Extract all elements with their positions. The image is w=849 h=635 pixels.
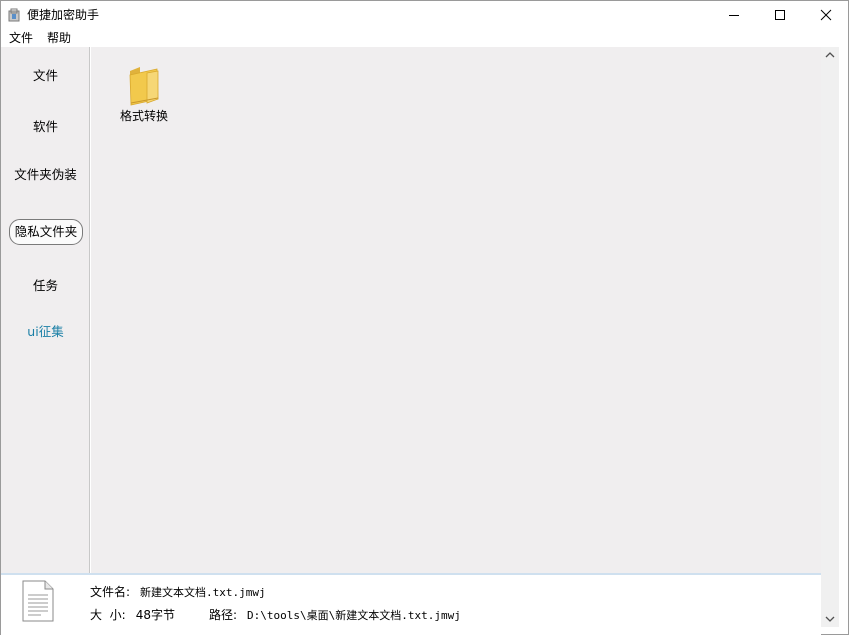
- sidebar-item-task[interactable]: 任务: [1, 278, 90, 294]
- file-info-panel: 文件名: 新建文本文档.txt.jmwj 大 小: 48字节 路径: D:\tools\…: [1, 573, 821, 635]
- minimize-icon: [729, 15, 739, 16]
- close-button[interactable]: [803, 1, 849, 29]
- file-name-value: 新建文本文档.txt.jmwj: [140, 586, 266, 599]
- menu-bar: 文件 帮助: [1, 29, 848, 47]
- sidebar-item-private-folder[interactable]: 隐私文件夹: [9, 219, 83, 245]
- sidebar: 文件 软件 文件夹伪装 隐私文件夹 任务 ui征集: [1, 47, 90, 573]
- folder-icon: [129, 67, 159, 106]
- file-name-label: 文件名:: [90, 585, 131, 599]
- file-area[interactable]: 格式转换: [91, 47, 821, 573]
- vertical-scrollbar[interactable]: [821, 47, 839, 627]
- app-icon: [8, 8, 20, 22]
- sidebar-item-ui-collect[interactable]: ui征集: [1, 324, 90, 340]
- file-path-value: D:\tools\桌面\新建文本文档.txt.jmwj: [247, 609, 461, 622]
- folder-label: 格式转换: [119, 109, 168, 123]
- sidebar-item-file[interactable]: 文件: [1, 68, 90, 84]
- app-window: 便捷加密助手 文件 帮助 文件 软件 文件夹伪装 隐私文件夹 任务 ui征集 格…: [0, 0, 849, 635]
- scroll-up-button[interactable]: [821, 47, 839, 63]
- window-title: 便捷加密助手: [27, 8, 100, 22]
- file-size-value: 48字节: [135, 608, 175, 622]
- file-name-row: 文件名: 新建文本文档.txt.jmwj: [90, 584, 266, 601]
- close-icon: [820, 9, 832, 21]
- maximize-icon: [775, 10, 785, 20]
- window-edge: [839, 47, 848, 627]
- file-detail-row: 大 小: 48字节 路径: D:\tools\桌面\新建文本文档.txt.jmwj: [90, 607, 461, 624]
- menu-file[interactable]: 文件: [9, 30, 33, 46]
- sidebar-item-folder-disguise[interactable]: 文件夹伪装: [1, 167, 90, 183]
- folder-item[interactable]: 格式转换: [113, 65, 175, 129]
- chevron-down-icon: [825, 616, 835, 622]
- title-bar[interactable]: 便捷加密助手: [1, 1, 848, 29]
- text-document-icon: [22, 580, 54, 622]
- sidebar-item-software[interactable]: 软件: [1, 119, 90, 135]
- minimize-button[interactable]: [711, 1, 757, 29]
- file-path-label: 路径:: [208, 608, 238, 622]
- scroll-down-button[interactable]: [821, 611, 839, 627]
- menu-help[interactable]: 帮助: [47, 30, 71, 46]
- file-size-label: 大 小:: [90, 608, 126, 622]
- chevron-up-icon: [825, 52, 835, 58]
- maximize-button[interactable]: [757, 1, 803, 29]
